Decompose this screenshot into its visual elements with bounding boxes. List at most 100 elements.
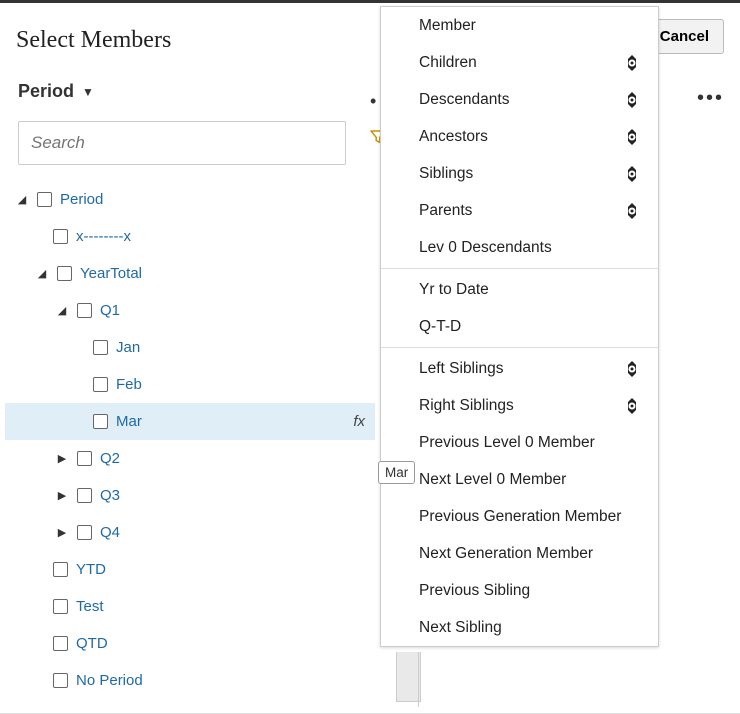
menu-item-prev-lev0[interactable]: Previous Level 0 Member (381, 424, 658, 461)
tree-label[interactable]: Feb (116, 376, 142, 393)
menu-label: Member (419, 17, 476, 35)
checkbox[interactable] (77, 303, 92, 318)
inclusive-icon[interactable] (622, 164, 642, 184)
tree-label[interactable]: Q3 (100, 487, 120, 504)
menu-item-next-sibling[interactable]: Next Sibling (381, 609, 658, 646)
menu-item-prev-gen[interactable]: Previous Generation Member (381, 498, 658, 535)
tree-node-period[interactable]: ◢ Period (5, 181, 375, 218)
menu-item-prev-sibling[interactable]: Previous Sibling (381, 572, 658, 609)
checkbox[interactable] (77, 525, 92, 540)
checkbox[interactable] (57, 266, 72, 281)
menu-item-parents[interactable]: Parents (381, 192, 658, 229)
menu-label: Previous Sibling (419, 582, 530, 600)
tree-label[interactable]: x--------x (76, 228, 131, 245)
checkbox[interactable] (93, 414, 108, 429)
checkbox[interactable] (53, 599, 68, 614)
checkbox[interactable] (93, 340, 108, 355)
checkbox[interactable] (53, 229, 68, 244)
menu-item-children[interactable]: Children (381, 44, 658, 81)
menu-label: Ancestors (419, 128, 488, 146)
menu-item-right-siblings[interactable]: Right Siblings (381, 387, 658, 424)
menu-item-descendants[interactable]: Descendants (381, 81, 658, 118)
menu-item-qtd[interactable]: Q-T-D (381, 308, 658, 345)
tree-node-q1[interactable]: ◢ Q1 (5, 292, 375, 329)
menu-item-member[interactable]: Member (381, 7, 658, 44)
tree-node-test[interactable]: Test (5, 588, 375, 625)
expand-toggle[interactable]: ◢ (55, 304, 69, 317)
menu-label: Right Siblings (419, 397, 514, 415)
tree-label[interactable]: Jan (116, 339, 140, 356)
tree-label[interactable]: No Period (76, 672, 143, 689)
menu-item-ancestors[interactable]: Ancestors (381, 118, 658, 155)
inclusive-icon[interactable] (622, 359, 642, 379)
inclusive-icon[interactable] (622, 396, 642, 416)
expand-toggle[interactable]: ▶ (55, 489, 69, 502)
menu-item-yr-to-date[interactable]: Yr to Date (381, 271, 658, 308)
tree-node-xdash[interactable]: x--------x (5, 218, 375, 255)
context-menu: Member Children Descendants Ancestors Si… (380, 6, 659, 647)
dimension-label: Period (18, 81, 74, 102)
checkbox[interactable] (53, 636, 68, 651)
tree-node-q3[interactable]: ▶ Q3 (5, 477, 375, 514)
tree-node-qtd[interactable]: QTD (5, 625, 375, 662)
tree-node-mar[interactable]: Mar fx (5, 403, 375, 440)
menu-label: Lev 0 Descendants (419, 239, 552, 257)
menu-label: Descendants (419, 91, 509, 109)
tree-label[interactable]: Q2 (100, 450, 120, 467)
checkbox[interactable] (77, 488, 92, 503)
tree-node-noperiod[interactable]: No Period (5, 662, 375, 699)
menu-label: Next Level 0 Member (419, 471, 566, 489)
expand-toggle[interactable]: ▶ (55, 526, 69, 539)
menu-label: Next Sibling (419, 619, 502, 637)
menu-label: Siblings (419, 165, 473, 183)
menu-item-left-siblings[interactable]: Left Siblings (381, 350, 658, 387)
tree-label[interactable]: Mar (116, 413, 142, 430)
tree-label[interactable]: Q1 (100, 302, 120, 319)
tree-label[interactable]: Test (76, 598, 104, 615)
search-input[interactable] (18, 121, 346, 165)
expand-toggle[interactable]: ▶ (55, 452, 69, 465)
member-tree: ◢ Period x--------x ◢ YearTotal ◢ Q1 Jan… (5, 181, 375, 699)
tree-node-jan[interactable]: Jan (5, 329, 375, 366)
menu-item-next-gen[interactable]: Next Generation Member (381, 535, 658, 572)
checkbox[interactable] (53, 673, 68, 688)
tree-label[interactable]: YTD (76, 561, 106, 578)
ellipsis-icon[interactable]: • (370, 91, 378, 112)
checkbox[interactable] (37, 192, 52, 207)
inclusive-icon[interactable] (622, 201, 642, 221)
menu-label: Q-T-D (419, 318, 461, 336)
tree-label[interactable]: Period (60, 191, 103, 208)
expand-toggle[interactable]: ◢ (35, 267, 49, 280)
tree-node-feb[interactable]: Feb (5, 366, 375, 403)
menu-item-siblings[interactable]: Siblings (381, 155, 658, 192)
menu-separator (381, 347, 658, 348)
tree-label[interactable]: YearTotal (80, 265, 142, 282)
menu-item-lev0-descendants[interactable]: Lev 0 Descendants (381, 229, 658, 266)
inclusive-icon[interactable] (622, 90, 642, 110)
tree-label[interactable]: QTD (76, 635, 108, 652)
divider (418, 652, 420, 707)
inclusive-icon[interactable] (622, 127, 642, 147)
tree-label[interactable]: Q4 (100, 524, 120, 541)
menu-label: Left Siblings (419, 360, 503, 378)
tree-node-ytd[interactable]: YTD (5, 551, 375, 588)
kebab-menu-icon[interactable]: ••• (697, 87, 724, 110)
checkbox[interactable] (77, 451, 92, 466)
menu-label: Yr to Date (419, 281, 489, 299)
menu-label: Previous Generation Member (419, 508, 621, 526)
checkbox[interactable] (53, 562, 68, 577)
menu-label: Children (419, 54, 477, 72)
menu-label: Previous Level 0 Member (419, 434, 595, 452)
dimension-picker[interactable]: Period ▼ (18, 81, 94, 102)
tree-node-yeartotal[interactable]: ◢ YearTotal (5, 255, 375, 292)
inclusive-icon[interactable] (622, 53, 642, 73)
menu-label: Parents (419, 202, 472, 220)
fx-icon[interactable]: fx (353, 413, 375, 430)
tree-node-q4[interactable]: ▶ Q4 (5, 514, 375, 551)
checkbox[interactable] (93, 377, 108, 392)
tree-node-q2[interactable]: ▶ Q2 (5, 440, 375, 477)
expand-toggle[interactable]: ◢ (15, 193, 29, 206)
menu-item-next-lev0[interactable]: Next Level 0 Member (381, 461, 658, 498)
menu-separator (381, 268, 658, 269)
chevron-down-icon: ▼ (82, 85, 94, 99)
